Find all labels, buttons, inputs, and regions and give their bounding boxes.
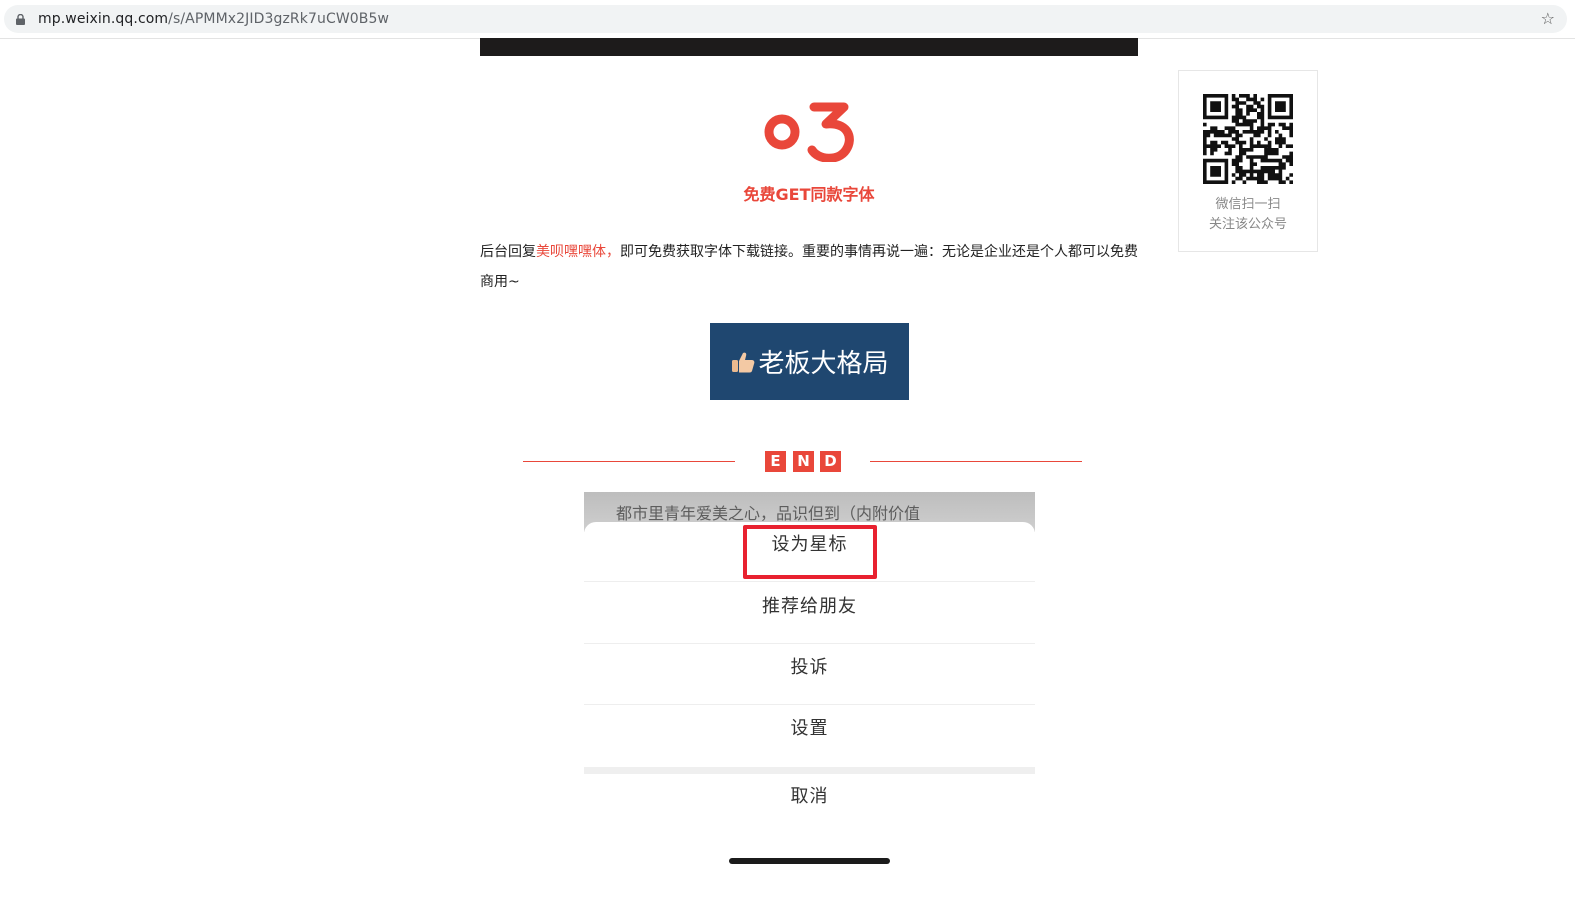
qr-panel: 微信扫一扫 关注该公众号 — [1178, 70, 1318, 252]
qr-code — [1203, 94, 1293, 184]
menu-cancel[interactable]: 取消 — [584, 782, 1035, 808]
boss-label: 老板大格局 — [758, 349, 889, 379]
section-number-graphic — [764, 102, 854, 162]
phone-home-indicator — [729, 858, 890, 864]
qr-caption: 微信扫一扫 关注该公众号 — [1179, 195, 1317, 235]
star-icon[interactable]: ☆ — [1541, 11, 1555, 27]
menu-settings[interactable]: 设置 — [584, 714, 1035, 740]
qr-caption-line1: 微信扫一扫 — [1215, 197, 1281, 212]
end-line-left — [523, 461, 735, 462]
menu-section-gap — [584, 767, 1035, 774]
qr-caption-line2: 关注该公众号 — [1208, 217, 1287, 232]
boss-banner: 老板大格局 — [710, 323, 909, 400]
thumbs-up-icon — [732, 352, 755, 372]
highlight-box — [743, 525, 877, 579]
lock-icon[interactable] — [16, 14, 25, 25]
para-text-pre: 后台回复 — [480, 244, 536, 260]
menu-divider — [584, 581, 1035, 582]
menu-divider — [584, 643, 1035, 644]
article-paragraph: 后台回复美呗嘿嘿体，即可免费获取字体下载链接。重要的事情再说一遍：无论是企业还是… — [480, 237, 1140, 297]
end-letter-e: E — [765, 451, 786, 472]
url-text[interactable]: mp.weixin.qq.com/s/APMMx2JID3gzRk7uCW0B5… — [38, 11, 389, 27]
browser-address-bar: mp.weixin.qq.com/s/APMMx2JID3gzRk7uCW0B5… — [0, 0, 1575, 39]
end-line-right — [870, 461, 1082, 462]
url-field[interactable]: mp.weixin.qq.com/s/APMMx2JID3gzRk7uCW0B5… — [4, 5, 1567, 33]
menu-divider — [584, 704, 1035, 705]
url-host: mp.weixin.qq.com — [38, 11, 169, 27]
url-path: /s/APMMx2JID3gzRk7uCW0B5w — [168, 11, 390, 27]
top-image-band — [480, 38, 1138, 56]
menu-complain[interactable]: 投诉 — [584, 653, 1035, 679]
menu-recommend-friend[interactable]: 推荐给朋友 — [584, 592, 1035, 618]
para-highlight: 美呗嘿嘿体， — [536, 244, 620, 260]
section-subtitle: 免费GET同款字体 — [743, 185, 875, 204]
end-letter-d: D — [820, 451, 841, 472]
end-letter-n: N — [793, 451, 814, 472]
